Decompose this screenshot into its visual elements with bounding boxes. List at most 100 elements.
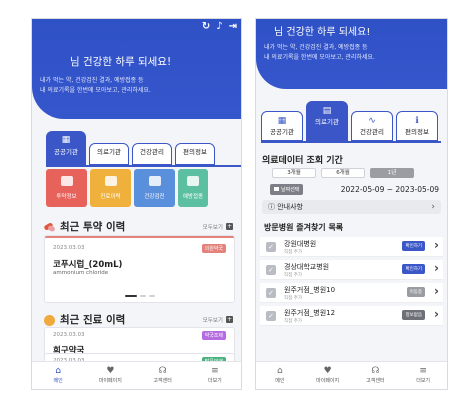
refresh-icon[interactable]: ↻ xyxy=(202,21,210,32)
nav-mypage[interactable]: ♥ 마이페이지 xyxy=(304,362,352,389)
bell-icon[interactable]: ♪ xyxy=(216,21,222,32)
more-label: 모두보기 xyxy=(202,224,223,231)
top-action-icons: ↻ ♪ ⇥ xyxy=(202,21,237,32)
medication-card[interactable]: 2023.03.03 의원약국 코푸시럽_(20mL) ammonium chl… xyxy=(44,235,235,303)
hospital-action-button[interactable]: 정보없음 xyxy=(402,310,425,320)
nav-label: 메인 xyxy=(275,378,285,384)
chevron-right-icon[interactable]: › xyxy=(434,261,439,275)
nav-main[interactable]: ⌂ 메인 xyxy=(32,362,84,389)
info-circle-icon: ⓘ xyxy=(268,203,275,211)
nav-mypage[interactable]: ♥ 마이페이지 xyxy=(84,362,136,389)
nav-customer-center[interactable]: ☊ 고객센터 xyxy=(137,362,189,389)
menu-icon: ≡ xyxy=(419,366,427,376)
tab-label: 공공기관 xyxy=(270,128,294,136)
date-select-label: 날짜선택 xyxy=(281,186,300,193)
screenshot-stage: ↻ ♪ ⇥ 님 건강한 하루 되세요! 내가 먹는 약, 건강검진 결과, 예방… xyxy=(0,0,455,419)
period-6-months[interactable]: 6개월 xyxy=(321,168,365,178)
main-screen: ↻ ♪ ⇥ 님 건강한 하루 되세요! 내가 먹는 약, 건강검진 결과, 예방… xyxy=(31,18,242,390)
chevron-right-icon[interactable]: › xyxy=(434,284,439,298)
treatment-badge: 약국조제 xyxy=(201,331,226,340)
date-select-button[interactable]: 날짜선택 xyxy=(270,183,304,195)
pill-icon xyxy=(60,176,73,186)
hospital-action-button[interactable]: 확인하기 xyxy=(402,241,425,251)
treatment-more-link[interactable]: 모두보기 + xyxy=(203,316,233,324)
headset-icon: ☊ xyxy=(371,366,380,376)
checkbox-icon[interactable]: ✓ xyxy=(266,311,276,321)
favorite-hospital-row[interactable]: ✓ 경상대학교병원 직접 추가 확인하기 › xyxy=(260,260,443,280)
hospital-icon: ▤ xyxy=(322,106,332,116)
logout-icon[interactable]: ⇥ xyxy=(229,21,237,32)
greeting-desc-line-1: 내가 먹는 약, 건강검진 결과, 예방접종 등 xyxy=(40,77,144,84)
notice-label: 안내사항 xyxy=(277,203,303,211)
tab-health-management[interactable]: 건강관리 xyxy=(132,143,172,165)
greeting-desc-line-1: 내가 먹는 약, 건강검진 결과, 예방접종 등 xyxy=(264,44,368,51)
notice-label-group: ⓘ 안내사항 xyxy=(268,202,303,212)
hospital-name: 경상대학교병원 xyxy=(284,263,330,271)
period-3-months[interactable]: 3개월 xyxy=(272,168,316,178)
nav-label: 고객센터 xyxy=(366,378,385,384)
bottom-navigation: ⌂ 메인 ♥ 마이페이지 ☊ 고객센터 ≡ 더보기 xyxy=(32,361,241,389)
pulse-icon: ∿ xyxy=(368,116,376,126)
heart-icon: ♥ xyxy=(106,366,115,376)
calendar-icon xyxy=(274,187,279,191)
medical-institution-screen: 님 건강한 하루 되세요! 내가 먹는 약, 건강검진 결과, 예방접종 등 내… xyxy=(255,18,448,390)
tab-underline xyxy=(46,165,241,167)
tile-label: 투약정보 xyxy=(56,194,77,200)
checkbox-icon[interactable]: ✓ xyxy=(266,265,276,275)
nav-more[interactable]: ≡ 더보기 xyxy=(399,362,447,389)
nav-customer-center[interactable]: ☊ 고객센터 xyxy=(352,362,400,389)
favorite-hospital-row[interactable]: ✓ 원주거점_병원10 직접 추가 이동중 › xyxy=(260,283,443,303)
nav-more[interactable]: ≡ 더보기 xyxy=(189,362,241,389)
medication-section-title: 최근 투약 이력 xyxy=(43,219,125,234)
favorite-hospital-row[interactable]: ✓ 강원대병원 직접 추가 확인하기 › xyxy=(260,237,443,257)
tile-medication-info[interactable]: 투약정보 xyxy=(46,169,87,207)
tab-public-institution[interactable]: ▦ 공공기관 xyxy=(46,131,86,165)
tab-label: 공공기관 xyxy=(54,148,78,156)
category-tabs: ▦ 공공기관 ▤ 의료기관 ∿ 건강관리 ℹ 편의정보 xyxy=(261,101,441,141)
period-1-year[interactable]: 1년 xyxy=(370,168,414,178)
medication-name: 코푸시럽_(20mL) xyxy=(53,260,123,270)
nav-label: 고객센터 xyxy=(153,378,172,384)
home-icon: ⌂ xyxy=(277,366,283,376)
home-icon: ⌂ xyxy=(55,366,61,376)
tab-convenience-info[interactable]: ℹ 편의정보 xyxy=(396,111,438,141)
headset-icon: ☊ xyxy=(158,366,167,376)
checkbox-icon[interactable]: ✓ xyxy=(266,288,276,298)
card-accent-bar xyxy=(45,236,234,238)
tile-health-checkup[interactable]: 건강검진 xyxy=(134,169,175,207)
checkbox-icon[interactable]: ✓ xyxy=(266,242,276,252)
tab-public-institution[interactable]: ▦ 공공기관 xyxy=(261,111,303,141)
tile-treatment-history[interactable]: 진료이력 xyxy=(90,169,131,207)
query-period-title: 의료데이터 조회 기간 xyxy=(262,156,343,166)
favorite-hospital-row[interactable]: ✓ 원주거점_병원12 직접 추가 정보없음 › xyxy=(260,306,443,326)
nav-label: 메인 xyxy=(53,378,63,384)
syringe-icon xyxy=(187,176,199,186)
medication-ingredient: ammonium chloride xyxy=(53,270,109,276)
menu-icon: ≡ xyxy=(211,366,219,376)
tile-label: 진료이력 xyxy=(100,194,121,200)
plus-icon: + xyxy=(226,316,233,323)
tab-health-management[interactable]: ∿ 건강관리 xyxy=(351,111,393,141)
tile-vaccination[interactable]: 예방접종 xyxy=(178,169,208,207)
clipboard-icon xyxy=(104,176,117,186)
doctor-icon xyxy=(44,314,56,326)
nav-main[interactable]: ⌂ 메인 xyxy=(256,362,304,389)
tab-convenience-info[interactable]: 편의정보 xyxy=(175,143,215,165)
hospital-note: 직접 추가 xyxy=(284,296,302,301)
treatment-date: 2023.03.03 xyxy=(53,332,85,338)
hospital-action-button[interactable]: 확인하기 xyxy=(402,264,425,274)
period-selector: 3개월 6개월 1년 xyxy=(272,168,414,178)
greeting-description: 내가 먹는 약, 건강검진 결과, 예방접종 등 내 의료기록을 한번에 모아보… xyxy=(40,76,151,96)
tab-medical-institution[interactable]: ▤ 의료기관 xyxy=(306,101,348,141)
medication-date: 2023.03.03 xyxy=(53,245,85,251)
tab-medical-institution[interactable]: 의료기관 xyxy=(89,143,129,165)
more-label: 모두보기 xyxy=(202,317,223,324)
hospital-action-button[interactable]: 이동중 xyxy=(406,287,425,297)
chevron-right-icon[interactable]: › xyxy=(434,238,439,252)
building-icon: ▦ xyxy=(277,116,287,126)
notice-row[interactable]: ⓘ 안내사항 › xyxy=(262,200,441,214)
tab-underline xyxy=(261,141,441,143)
medication-more-link[interactable]: 모두보기 + xyxy=(203,223,233,231)
tab-label: 편의정보 xyxy=(183,148,207,156)
chevron-right-icon[interactable]: › xyxy=(434,307,439,321)
